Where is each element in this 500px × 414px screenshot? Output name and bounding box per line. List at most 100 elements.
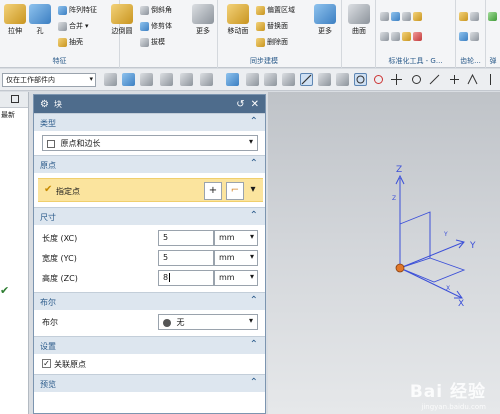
hole-label: 孔 [36,27,44,35]
block-preview-face-back [399,211,431,269]
height-unit-select[interactable]: mm ▾ [214,270,258,286]
specify-point-row[interactable]: ✔ 指定点 + ⌐ ▾ [38,178,263,202]
snap-midpoint-icon[interactable] [336,73,349,86]
height-input[interactable]: 8 [158,270,214,286]
more-button-2[interactable]: 更多 [311,4,339,36]
width-input[interactable]: 5 [158,250,214,266]
offset-region-label: 偏置区域 [267,6,295,14]
ribbon-group-blend: 边倒圆 倒斜角 修剪体 拔模 [106,0,188,68]
chamfer-button[interactable]: 倒斜角 [140,4,172,16]
pattern-label: 阵列特征 [69,6,97,14]
surface-button[interactable]: 曲面 [345,4,373,36]
selection-scope-value: 仅在工作部件内 [6,76,55,84]
standard-tools-row-1[interactable] [380,10,422,22]
origin-section-header[interactable]: 原点 ⌃ [34,155,265,173]
dialog-title-bar: ⚙ 块 ↺ ✕ [34,95,265,113]
selection-toolbar: 仅在工作部件内 ▾ [0,69,500,91]
close-icon[interactable]: ✕ [251,99,259,110]
gear-tools-row-1[interactable] [459,10,479,22]
snap-point-icon[interactable] [140,73,153,86]
replace-face-label: 替换面 [267,22,288,30]
filter-icon[interactable] [104,73,117,86]
gear-icon[interactable]: ⚙ [40,99,49,110]
boolean-row: 布尔 无 ▾ [34,310,265,336]
more-label-1: 更多 [196,27,210,35]
preview-section-header[interactable]: 预览 ⌃ [34,374,265,392]
snap-intersection-icon[interactable] [390,73,403,86]
width-unit-select[interactable]: mm ▾ [214,250,258,266]
draft-button[interactable]: 拔模 [140,36,165,48]
snap-endpoint-icon[interactable] [282,73,295,86]
snap-pole-icon[interactable] [484,73,497,86]
origin-section-title: 原点 [40,161,56,170]
size-section-header[interactable]: 尺寸 ⌃ [34,207,265,225]
extrude-label: 拉伸 [8,27,22,35]
rotate-icon[interactable] [160,73,173,86]
boolean-section-title: 布尔 [40,298,56,307]
extrude-button[interactable]: 拉伸 [1,4,29,36]
pattern-feature-button[interactable]: 阵列特征 [58,4,97,16]
select-rect-icon[interactable] [180,73,193,86]
shell-button[interactable]: 抽壳 [58,36,83,48]
boolean-select[interactable]: 无 ▾ [158,314,258,330]
length-value: 5 [163,233,169,242]
length-unit-select[interactable]: mm ▾ [214,230,258,246]
gear-mesh-icon [459,31,468,41]
watermark-logo: Bai 经验 [409,382,486,402]
chamfer-icon [140,5,149,15]
tangent-icon[interactable] [318,73,331,86]
y-axis-line [399,241,465,269]
associative-origin-checkbox[interactable]: ✓ [42,359,51,368]
snap-bounded-icon[interactable] [466,73,479,86]
hole-button[interactable]: 孔 [26,4,54,36]
boolean-label: 布尔 [42,318,58,327]
delete-face-button[interactable]: 删除面 [256,36,288,48]
reset-icon[interactable]: ↺ [236,99,244,110]
spring-icon [391,31,400,41]
snap-on-curve-icon[interactable] [428,73,441,86]
standard-tools-row-2[interactable] [380,30,422,42]
type-select[interactable]: 原点和边长 ▾ [42,135,258,151]
snap-center-icon[interactable] [354,73,367,86]
move-face-button[interactable]: 移动面 [224,4,252,36]
unite-button[interactable]: 合并 ▾ [58,20,89,32]
gear-tools-row-2[interactable] [459,30,479,42]
part-icon [380,31,389,41]
point-dialog-button[interactable]: + [204,182,222,200]
spring-tool-button[interactable] [488,10,497,22]
refresh-icon [314,4,336,24]
settings-section-header[interactable]: 设置 ⌃ [34,336,265,354]
replace-face-button[interactable]: 替换面 [256,20,288,32]
chevron-down-icon[interactable]: ▾ [246,182,260,200]
zoom-fit-icon[interactable] [246,73,259,86]
text-cursor [169,273,171,282]
chevron-down-icon: ▾ [248,316,253,325]
type-section-header[interactable]: 类型 ⌃ [34,113,265,131]
chevron-down-icon: ▾ [249,232,254,241]
delete-face-icon [256,37,265,47]
settings-section: 设置 ⌃ ✓ 关联原点 [34,336,265,374]
edge-blend-button[interactable]: 边倒圆 [108,4,136,36]
more-button-1[interactable]: 更多 [189,4,217,36]
snap-quadrant-icon[interactable] [372,73,385,86]
select-lasso-icon[interactable] [200,73,213,86]
selection-scope-select[interactable]: 仅在工作部件内 ▾ [2,73,96,87]
trim-body-button[interactable]: 修剪体 [140,20,172,32]
inferred-point-button[interactable]: ⌐ [226,182,244,200]
line-icon[interactable] [300,73,313,86]
edge-blend-icon [111,4,133,24]
view-cube-icon[interactable] [226,73,239,86]
dialog-title: 块 [53,99,62,109]
curve-icon[interactable] [264,73,277,86]
length-input[interactable]: 5 [158,230,214,246]
boolean-section-header[interactable]: 布尔 ⌃ [34,292,265,310]
offset-region-icon [256,5,265,15]
graphics-viewport[interactable]: Z X Y Z X Y Bai 经验 jingyan.baidu.com [268,92,500,414]
snap-on-face-icon[interactable] [448,73,461,86]
offset-region-button[interactable]: 偏置区域 [256,4,295,16]
move-face-icon [227,4,249,24]
layers-icon [391,11,400,21]
snap-existing-point-icon[interactable] [410,73,423,86]
watermark-url: jingyan.baidu.com [421,403,486,411]
select-icon[interactable] [122,73,135,86]
